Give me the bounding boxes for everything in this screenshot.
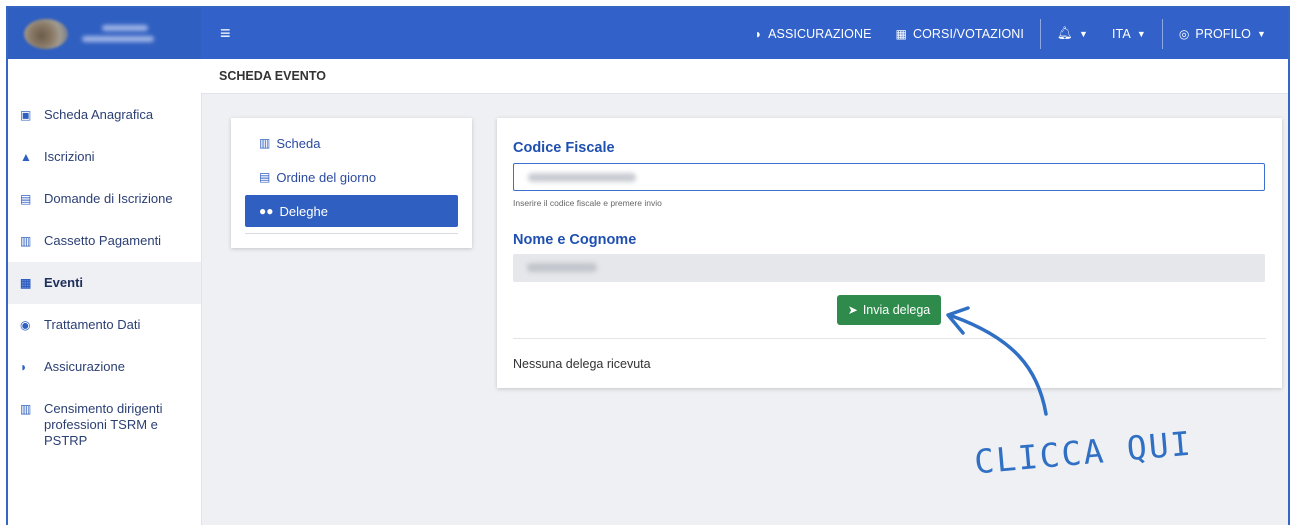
app-frame: ≡ ◗ ASSICURAZIONE ▦ CORSI/VOTAZIONI 🔔︎ ▼… [6, 6, 1290, 525]
